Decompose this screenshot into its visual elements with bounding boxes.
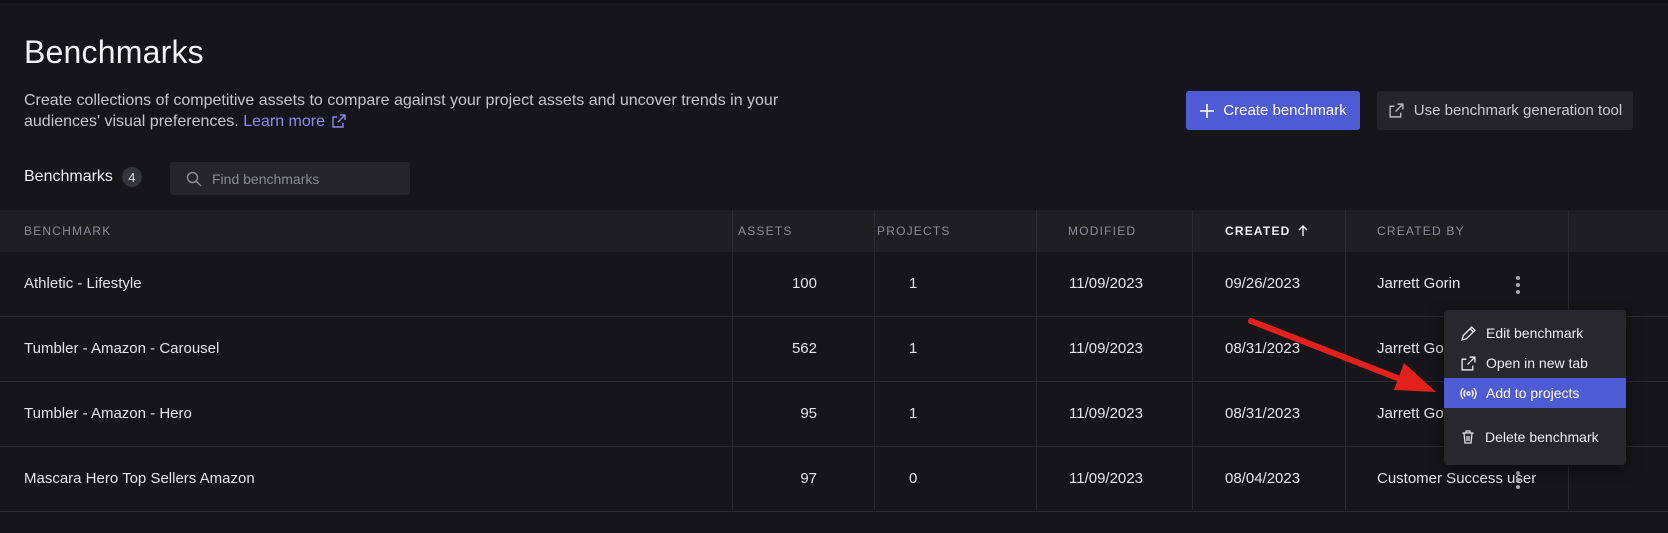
cell-projects: 1 [909, 340, 918, 357]
plus-icon [1200, 103, 1215, 118]
menu-item-open-new-tab[interactable]: Open in new tab [1444, 348, 1626, 378]
menu-separator [1444, 408, 1626, 422]
broadcast-icon [1460, 387, 1477, 399]
column-divider [1036, 210, 1037, 510]
column-divider [1192, 210, 1193, 510]
create-benchmark-label: Create benchmark [1223, 102, 1347, 119]
learn-more-label: Learn more [243, 113, 326, 130]
cell-modified: 11/09/2023 [1069, 275, 1143, 292]
column-divider [874, 210, 875, 510]
external-link-icon [1461, 355, 1476, 371]
cell-benchmark-name: Mascara Hero Top Sellers Amazon [24, 470, 255, 487]
description-text: Create collections of competitive assets… [24, 92, 779, 130]
trash-icon [1462, 430, 1474, 444]
cell-assets: 100 [791, 275, 817, 292]
row-actions-kebab-icon[interactable] [1508, 274, 1528, 296]
column-header-assets[interactable]: ASSETS [738, 224, 793, 238]
menu-item-label: Open in new tab [1486, 355, 1588, 371]
cell-modified: 11/09/2023 [1069, 405, 1143, 422]
cell-assets: 97 [800, 470, 817, 487]
create-benchmark-button[interactable]: Create benchmark [1186, 91, 1360, 130]
created-header-label: CREATED [1225, 224, 1291, 238]
cell-modified: 11/09/2023 [1069, 340, 1143, 357]
benchmark-count: Benchmarks 4 [24, 167, 142, 187]
column-header-modified[interactable]: MODIFIED [1068, 224, 1136, 238]
cell-assets: 95 [800, 405, 817, 422]
page-title: Benchmarks [24, 34, 204, 70]
cell-benchmark-name: Tumbler - Amazon - Carousel [24, 340, 220, 357]
column-header-projects[interactable]: PROJECTS [877, 224, 951, 238]
external-link-icon [1389, 103, 1404, 118]
column-header-created[interactable]: CREATED [1225, 224, 1309, 238]
menu-item-edit-benchmark[interactable]: Edit benchmark [1444, 318, 1626, 348]
benchmarks-table: BENCHMARK ASSETS PROJECTS MODIFIED CREAT… [0, 210, 1668, 512]
generation-tool-label: Use benchmark generation tool [1413, 102, 1623, 119]
benchmark-generation-tool-button[interactable]: Use benchmark generation tool [1377, 91, 1633, 130]
sort-arrow-up-icon [1298, 225, 1308, 236]
table-body: Athletic - Lifestyle 100 1 11/09/2023 09/26/… [0, 252, 1668, 512]
cell-benchmark-name: Tumbler - Amazon - Hero [24, 405, 192, 422]
cell-assets: 562 [791, 340, 817, 357]
menu-item-add-to-projects[interactable]: Add to projects [1444, 378, 1626, 408]
column-header-benchmark[interactable]: BENCHMARK [24, 224, 111, 238]
cell-projects: 0 [909, 470, 918, 487]
table-row[interactable]: Athletic - Lifestyle 100 1 11/09/2023 09/26/… [0, 252, 1668, 317]
page-description: Create collections of competitive assets… [24, 90, 784, 132]
cell-projects: 1 [909, 275, 918, 292]
cell-created: 08/31/2023 [1225, 405, 1301, 422]
menu-item-label: Add to projects [1486, 385, 1580, 401]
search-icon [186, 171, 202, 187]
menu-item-label: Edit benchmark [1486, 325, 1584, 341]
count-badge: 4 [121, 167, 142, 187]
count-label: Benchmarks [24, 168, 113, 185]
external-link-icon [332, 114, 346, 128]
cell-projects: 1 [909, 405, 918, 422]
table-row[interactable]: Tumbler - Amazon - Hero 95 1 11/09/2023 08/3… [0, 382, 1668, 447]
cell-created-by: Jarrett Gorin [1377, 275, 1461, 292]
search-box[interactable] [170, 162, 410, 195]
menu-item-label: Delete benchmark [1485, 429, 1599, 445]
learn-more-link[interactable]: Learn more [243, 113, 347, 130]
search-input[interactable] [212, 170, 402, 187]
cell-created: 08/04/2023 [1225, 470, 1301, 487]
column-divider [1345, 210, 1346, 510]
cell-modified: 11/09/2023 [1069, 470, 1143, 487]
table-row[interactable]: Tumbler - Amazon - Carousel 562 1 11/09/202… [0, 317, 1668, 382]
pencil-icon [1461, 325, 1476, 341]
table-row[interactable]: Mascara Hero Top Sellers Amazon 97 0 11/09/… [0, 447, 1668, 512]
row-context-menu: Edit benchmark Open in new tab Add to pr… [1444, 310, 1626, 465]
table-header: BENCHMARK ASSETS PROJECTS MODIFIED CREAT… [0, 210, 1668, 252]
column-header-created-by[interactable]: CREATED BY [1377, 224, 1465, 238]
menu-item-delete-benchmark[interactable]: Delete benchmark [1444, 422, 1626, 452]
column-divider [732, 210, 733, 510]
cell-created: 08/31/2023 [1225, 340, 1301, 357]
top-border [0, 0, 1668, 3]
cell-benchmark-name: Athletic - Lifestyle [24, 275, 142, 292]
row-actions-kebab-icon[interactable] [1508, 469, 1528, 491]
cell-created: 09/26/2023 [1225, 275, 1301, 292]
